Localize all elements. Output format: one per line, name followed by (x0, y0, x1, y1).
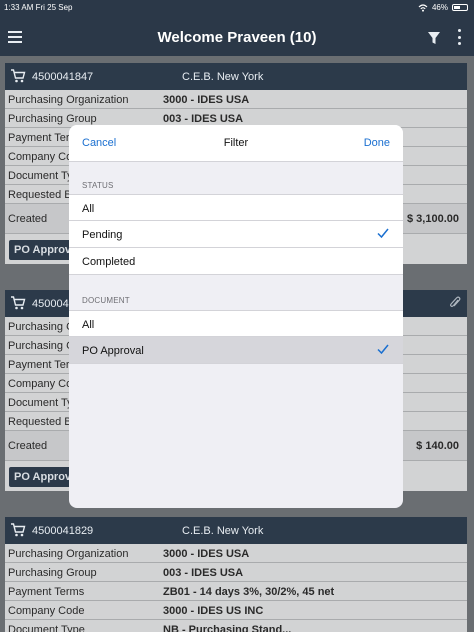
cart-icon (11, 523, 26, 537)
row-value: 3000 - IDES US INC (163, 605, 264, 617)
detail-row: Purchasing Group 003 - IDES USA (5, 563, 467, 582)
option-label: PO Approval (82, 345, 144, 357)
vendor-name: C.E.B. New York (182, 71, 264, 83)
status-section-header: STATUS (82, 181, 114, 190)
document-option-po-approval[interactable]: PO Approval (69, 337, 403, 364)
option-label: All (82, 319, 95, 331)
po-card[interactable]: 4500041829 C.E.B. New York Purchasing Or… (5, 517, 467, 632)
page-title: Welcome Praveen (10) (157, 29, 317, 46)
row-value: 3000 - IDES USA (163, 94, 250, 106)
paperclip-icon[interactable] (449, 296, 461, 310)
wifi-icon (418, 3, 428, 12)
amount-value: $ 140.00 (416, 440, 459, 452)
row-label: Purchasing Organization (8, 548, 129, 560)
cart-icon (11, 296, 26, 310)
detail-row: Company Code 3000 - IDES US INC (5, 601, 467, 620)
vendor-name: C.E.B. New York (182, 525, 264, 537)
document-option-all[interactable]: All (69, 310, 403, 337)
cart-icon (11, 69, 26, 83)
filter-title: Filter (223, 137, 249, 149)
po-card-header: 4500041829 C.E.B. New York (5, 517, 467, 544)
row-value: 003 - IDES USA (163, 113, 244, 125)
status-option-all[interactable]: All (69, 194, 403, 221)
status-bar: 1:33 AM Fri 25 Sep 46% (0, 0, 474, 16)
row-value: ZB01 - 14 days 3%, 30/2%, 45 net (163, 586, 335, 598)
row-label: Purchasing Group (8, 113, 97, 125)
filter-popover: Cancel Filter Done STATUS All Pending Co… (69, 125, 403, 508)
po-card-header: 4500041847 C.E.B. New York (5, 63, 467, 90)
row-value: 003 - IDES USA (163, 567, 244, 579)
filter-header: Cancel Filter Done (69, 125, 403, 162)
detail-row: Purchasing Organization 3000 - IDES USA (5, 544, 467, 563)
option-label: Pending (82, 229, 123, 241)
detail-row: Payment Terms ZB01 - 14 days 3%, 30/2%, 4… (5, 582, 467, 601)
row-label: Company Code (8, 605, 85, 617)
row-value: NB - Purchasing Stand... (163, 624, 292, 632)
nav-bar: Welcome Praveen (10) (0, 16, 474, 56)
amount-value: $ 3,100.00 (407, 213, 459, 225)
detail-row: Purchasing Organization 3000 - IDES USA (5, 90, 467, 109)
row-value: 3000 - IDES USA (163, 548, 250, 560)
detail-row: Document Type NB - Purchasing Stand... (5, 620, 467, 632)
checkmark-icon (377, 344, 389, 355)
status-option-completed[interactable]: Completed (69, 248, 403, 275)
status-option-pending[interactable]: Pending (69, 221, 403, 248)
battery-icon (452, 4, 468, 11)
row-label: Payment Terms (8, 586, 85, 598)
filter-icon[interactable] (427, 31, 441, 45)
po-number: 4500041847 (32, 71, 94, 83)
status-time: 1:33 AM Fri 25 Sep (4, 3, 73, 12)
document-section-header: DOCUMENT (82, 296, 130, 305)
done-button[interactable]: Done (364, 137, 390, 149)
option-label: Completed (82, 256, 136, 268)
row-label: Document Type (8, 624, 85, 632)
row-label: Purchasing Organization (8, 94, 129, 106)
row-label: Purchasing Group (8, 567, 97, 579)
po-number: 4500041829 (32, 525, 94, 537)
option-label: All (82, 203, 95, 215)
battery-percent: 46% (431, 3, 448, 12)
checkmark-icon (377, 228, 389, 239)
more-icon[interactable] (458, 29, 462, 45)
